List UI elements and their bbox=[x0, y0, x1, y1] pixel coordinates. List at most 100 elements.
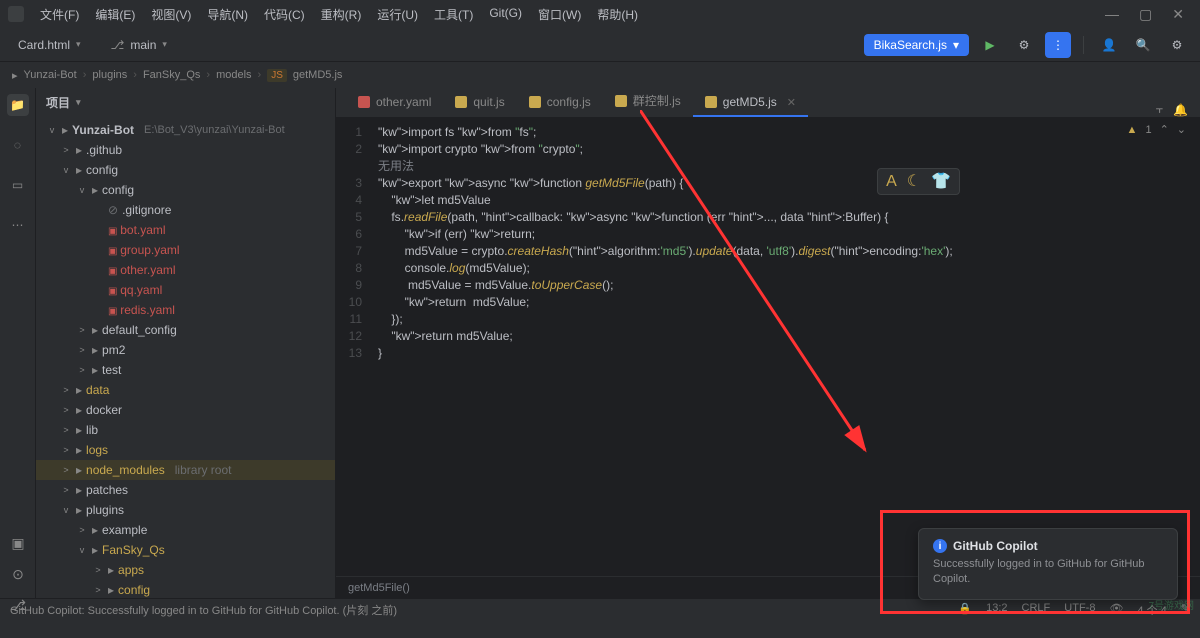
code-line[interactable]: "kw">export "kw">async "kw">function get… bbox=[378, 175, 1200, 192]
chevron-down-icon[interactable]: ▾ bbox=[76, 97, 81, 108]
chevron-up-icon[interactable]: ⌃ bbox=[1160, 122, 1169, 139]
maximize-icon[interactable]: ▢ bbox=[1139, 6, 1152, 23]
code-line[interactable]: md5Value = md5Value.toUpperCase(); bbox=[378, 277, 1200, 294]
menu-item[interactable]: 窗口(W) bbox=[532, 4, 587, 25]
close-tab-icon[interactable]: ✕ bbox=[787, 96, 796, 109]
notification-body: Successfully logged in to GitHub for Git… bbox=[933, 557, 1163, 587]
editor-tab[interactable]: other.yaml bbox=[346, 89, 443, 117]
file-selector[interactable]: Card.html ▾ bbox=[10, 34, 89, 56]
structure-tool-icon[interactable]: ▭ bbox=[7, 174, 29, 196]
line-ending[interactable]: CRLF bbox=[1022, 602, 1051, 618]
cursor-position[interactable]: 13:2 bbox=[986, 602, 1007, 618]
editor-tab[interactable]: config.js bbox=[517, 89, 603, 117]
warning-icon[interactable]: ▲ bbox=[1127, 122, 1138, 139]
code-line[interactable]: 无用法 bbox=[378, 158, 1200, 175]
more-actions-icon[interactable]: ⋮ bbox=[1045, 32, 1071, 58]
code-line[interactable]: "kw">import crypto "kw">from "crypto"; bbox=[378, 141, 1200, 158]
code-line[interactable]: "kw">return md5Value; bbox=[378, 294, 1200, 311]
warning-count: 1 bbox=[1145, 122, 1151, 139]
run-config-selector[interactable]: BikaSearch.js ▾ bbox=[864, 34, 969, 56]
menu-item[interactable]: 重构(R) bbox=[315, 4, 368, 25]
breadcrumb-item[interactable]: Yunzai-Bot bbox=[24, 69, 77, 81]
close-icon[interactable]: ✕ bbox=[1172, 6, 1184, 23]
tree-item[interactable]: v▸config bbox=[36, 160, 335, 180]
code-line[interactable]: console.log(md5Value); bbox=[378, 260, 1200, 277]
split-icon[interactable]: ⫟ bbox=[1156, 102, 1163, 117]
menu-item[interactable]: 代码(C) bbox=[258, 4, 311, 25]
tree-item[interactable]: bot.yaml bbox=[36, 220, 335, 240]
lock-icon[interactable]: 🔒 bbox=[958, 602, 972, 618]
editor-tab[interactable]: quit.js bbox=[443, 89, 516, 117]
search-icon[interactable]: 🔍 bbox=[1130, 32, 1156, 58]
tree-item[interactable]: >▸pm2 bbox=[36, 340, 335, 360]
menu-item[interactable]: 编辑(E) bbox=[89, 4, 141, 25]
branch-selector[interactable]: ⎇ main ▾ bbox=[103, 34, 175, 56]
tree-item[interactable]: redis.yaml bbox=[36, 300, 335, 320]
code-line[interactable]: } bbox=[378, 345, 1200, 362]
tree-item[interactable]: >▸lib bbox=[36, 420, 335, 440]
menu-item[interactable]: 工具(T) bbox=[428, 4, 479, 25]
branch-icon: ⎇ bbox=[111, 38, 125, 52]
breadcrumb-item[interactable]: plugins bbox=[92, 69, 127, 81]
editor-tab[interactable]: getMD5.js✕ bbox=[693, 89, 808, 117]
breadcrumb-item[interactable]: FanSky_Qs bbox=[143, 69, 200, 81]
visibility-icon[interactable]: 👁 bbox=[1109, 602, 1123, 618]
run-button[interactable]: ▶ bbox=[977, 32, 1003, 58]
tree-item[interactable]: v▸config bbox=[36, 180, 335, 200]
tree-item[interactable]: >▸data bbox=[36, 380, 335, 400]
project-tool-icon[interactable]: 📁 bbox=[7, 94, 29, 116]
shirt-icon[interactable]: 👕 bbox=[931, 173, 951, 190]
settings-icon[interactable]: ⚙ bbox=[1164, 32, 1190, 58]
project-root-path: E:\Bot_V3\yunzai\Yunzai-Bot bbox=[144, 124, 285, 136]
tree-item[interactable]: v▸plugins bbox=[36, 500, 335, 520]
account-icon[interactable]: 👤 bbox=[1096, 32, 1122, 58]
code-line[interactable]: }); bbox=[378, 311, 1200, 328]
terminal-tool-icon[interactable]: ▣ bbox=[11, 535, 24, 552]
app-logo bbox=[8, 6, 24, 22]
menu-item[interactable]: 文件(F) bbox=[34, 4, 85, 25]
menu-item[interactable]: Git(G) bbox=[483, 4, 528, 25]
code-line[interactable]: fs.readFile(path, "hint">callback: "kw">… bbox=[378, 209, 1200, 226]
notification-toast[interactable]: i GitHub Copilot Successfully logged in … bbox=[918, 528, 1178, 600]
code-line[interactable]: "kw">if (err) "kw">return; bbox=[378, 226, 1200, 243]
tree-item[interactable]: qq.yaml bbox=[36, 280, 335, 300]
breadcrumb-item[interactable]: models bbox=[216, 69, 251, 81]
tree-item[interactable]: >▸node_moduleslibrary root bbox=[36, 460, 335, 480]
menu-item[interactable]: 运行(U) bbox=[371, 4, 424, 25]
minimize-icon[interactable]: — bbox=[1105, 6, 1119, 23]
tree-item[interactable]: other.yaml bbox=[36, 260, 335, 280]
git-tool-icon[interactable]: ⎇ bbox=[10, 597, 26, 614]
tree-item[interactable]: ⊘.gitignore bbox=[36, 200, 335, 220]
tree-item[interactable]: >▸default_config bbox=[36, 320, 335, 340]
code-line[interactable]: "kw">import fs "kw">from "fs"; bbox=[378, 124, 1200, 141]
commit-tool-icon[interactable]: ◌ bbox=[7, 134, 29, 156]
tree-item[interactable]: >▸config bbox=[36, 580, 335, 598]
debug-settings-icon[interactable]: ⚙ bbox=[1011, 32, 1037, 58]
moon-icon[interactable]: ☾ bbox=[907, 173, 921, 190]
notifications-icon[interactable]: 🔔 bbox=[1173, 103, 1188, 117]
editor-tab[interactable]: 群控制.js bbox=[603, 86, 693, 117]
tree-root[interactable]: v ▸ Yunzai-Bot E:\Bot_V3\yunzai\Yunzai-B… bbox=[36, 120, 335, 140]
tree-item[interactable]: >▸test bbox=[36, 360, 335, 380]
tree-item[interactable]: >▸logs bbox=[36, 440, 335, 460]
tree-item[interactable]: >▸docker bbox=[36, 400, 335, 420]
code-line[interactable]: md5Value = crypto.createHash("hint">algo… bbox=[378, 243, 1200, 260]
tree-item[interactable]: >▸.github bbox=[36, 140, 335, 160]
tree-item[interactable]: v▸FanSky_Qs bbox=[36, 540, 335, 560]
menubar: 文件(F)编辑(E)视图(V)导航(N)代码(C)重构(R)运行(U)工具(T)… bbox=[34, 4, 644, 25]
code-line[interactable]: "kw">let md5Value bbox=[378, 192, 1200, 209]
menu-item[interactable]: 视图(V) bbox=[145, 4, 197, 25]
menu-item[interactable]: 导航(N) bbox=[201, 4, 254, 25]
breadcrumb-item[interactable]: getMD5.js bbox=[293, 69, 343, 81]
more-tool-icon[interactable]: ⋯ bbox=[7, 214, 29, 236]
encoding[interactable]: UTF-8 bbox=[1064, 602, 1095, 618]
font-icon[interactable]: A bbox=[886, 173, 897, 190]
tree-item[interactable]: >▸apps bbox=[36, 560, 335, 580]
problems-tool-icon[interactable]: ⊙ bbox=[12, 566, 24, 583]
code-line[interactable]: "kw">return md5Value; bbox=[378, 328, 1200, 345]
tree-item[interactable]: >▸patches bbox=[36, 480, 335, 500]
tree-item[interactable]: group.yaml bbox=[36, 240, 335, 260]
chevron-down-icon[interactable]: ⌄ bbox=[1177, 122, 1186, 139]
tree-item[interactable]: >▸example bbox=[36, 520, 335, 540]
menu-item[interactable]: 帮助(H) bbox=[591, 4, 644, 25]
